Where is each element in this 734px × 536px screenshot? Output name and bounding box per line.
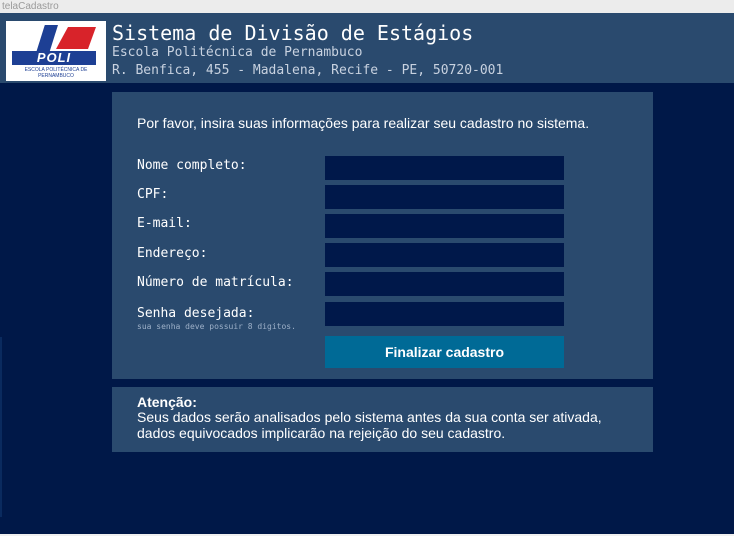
cpf-label: CPF: (137, 187, 169, 202)
password-field[interactable] (325, 302, 564, 326)
app-title: Sistema de Divisão de Estágios (112, 21, 474, 45)
address-label: Endereço: (137, 246, 208, 261)
logo-text: POLI (12, 51, 96, 65)
school-name: Escola Politécnica de Pernambuco (112, 45, 363, 60)
attention-notice: Atenção: Seus dados serão analisados pel… (112, 387, 653, 452)
email-label: E-mail: (137, 216, 192, 231)
full-name-field[interactable] (325, 156, 564, 180)
school-address: R. Benfica, 455 - Madalena, Recife - PE,… (112, 63, 504, 78)
window-titlebar: telaCadastro (0, 0, 734, 13)
form-intro: Por favor, insira suas informações para … (137, 115, 590, 131)
registration-number-label: Número de matrícula: (137, 275, 294, 290)
header: POLI ESCOLA POLITÉCNICA DE PERNAMBUCO Si… (0, 13, 734, 83)
notice-title: Atenção: (137, 394, 197, 410)
cpf-field[interactable] (325, 185, 564, 209)
registration-form: Por favor, insira suas informações para … (112, 92, 653, 379)
full-name-label: Nome completo: (137, 158, 247, 173)
notice-text: Seus dados serão analisados pelo sistema… (137, 409, 602, 441)
password-hint: sua senha deve possuir 8 digitos. (137, 322, 296, 331)
left-edge-stripe (0, 337, 2, 517)
logo-subtext: ESCOLA POLITÉCNICA DE PERNAMBUCO (24, 67, 88, 79)
address-field[interactable] (325, 243, 564, 267)
app-window: POLI ESCOLA POLITÉCNICA DE PERNAMBUCO Si… (0, 13, 734, 534)
logo-mark-blue (36, 25, 58, 53)
finish-registration-button[interactable]: Finalizar cadastro (325, 336, 564, 368)
window-title: telaCadastro (2, 1, 59, 12)
registration-number-field[interactable] (325, 272, 564, 296)
logo-mark-red (56, 27, 96, 49)
password-label: Senha desejada: (137, 306, 255, 321)
poli-logo: POLI ESCOLA POLITÉCNICA DE PERNAMBUCO (6, 21, 106, 81)
email-field[interactable] (325, 214, 564, 238)
